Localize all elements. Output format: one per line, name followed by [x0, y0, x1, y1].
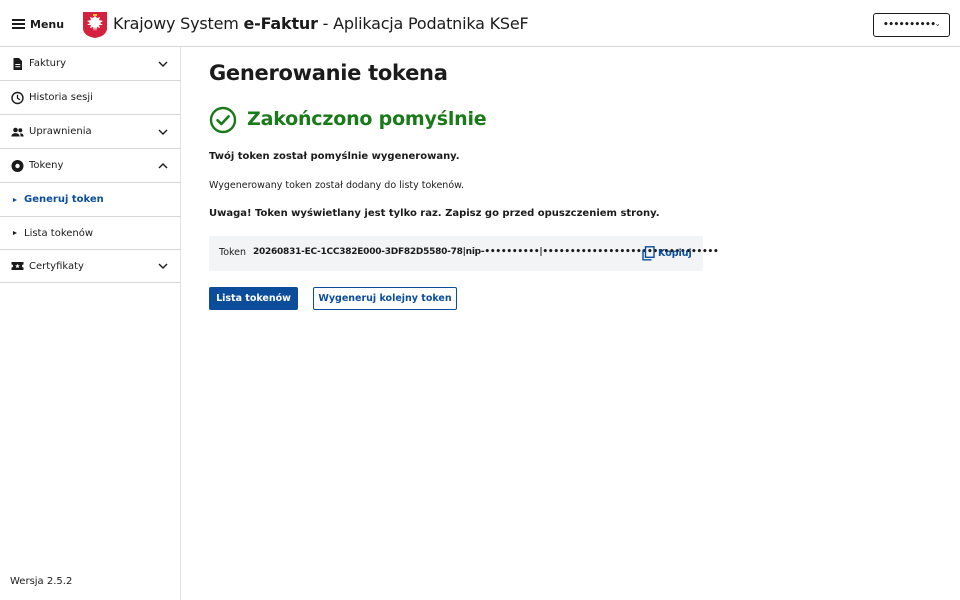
sidebar: Faktury Historia sesji Uprawnienia Token…: [0, 47, 181, 600]
clock-icon: [11, 91, 24, 104]
sidebar-subitem-label: Lista tokenów: [24, 227, 94, 239]
sidebar-item-label: Uprawnienia: [29, 126, 92, 137]
sidebar-item-faktury[interactable]: Faktury: [0, 47, 181, 81]
token-generated-text: Twój token został pomyślnie wygenerowany…: [209, 151, 460, 162]
menu-button[interactable]: Menu: [12, 12, 64, 36]
copy-icon: [642, 245, 655, 260]
token-added-text: Wygenerowany token został dodany do list…: [209, 180, 465, 191]
user-menu-button[interactable]: ••••••••••: [873, 13, 950, 37]
app-title-suffix: - Aplikacja Podatnika KSeF: [317, 14, 529, 33]
polish-eagle-emblem-icon: [83, 12, 107, 38]
sidebar-item-label: Historia sesji: [29, 92, 93, 103]
chevron-down-icon: [158, 263, 168, 269]
token-warning-text: Uwaga! Token wyświetlany jest tylko raz.…: [209, 208, 660, 219]
sidebar-subitem-label: Generuj token: [24, 194, 104, 205]
sidebar-item-tokeny[interactable]: Tokeny: [0, 149, 181, 183]
sidebar-item-label: Certyfikaty: [29, 260, 84, 272]
chevron-down-icon: [158, 61, 168, 67]
hamburger-icon: [12, 19, 25, 29]
page-title: Generowanie tokena: [209, 61, 448, 85]
sidebar-item-label: Tokeny: [29, 160, 64, 171]
bullet-icon: [13, 231, 17, 235]
sidebar-item-certyfikaty[interactable]: Certyfikaty: [0, 250, 181, 283]
token-label: Token: [219, 247, 247, 258]
document-icon: [13, 57, 22, 70]
app-title-prefix: Krajowy System: [113, 14, 244, 33]
users-icon: [11, 127, 24, 136]
token-icon: [11, 159, 24, 172]
menu-label: Menu: [30, 17, 65, 31]
chevron-up-icon: [158, 162, 168, 168]
bullet-icon: [13, 197, 17, 202]
chevron-down-icon: [935, 24, 939, 26]
sidebar-item-uprawnienia[interactable]: Uprawnienia: [0, 115, 181, 149]
app-title-brand: e-Faktur: [243, 14, 318, 33]
sidebar-subitem-lista-tokenow[interactable]: Lista tokenów: [0, 217, 181, 250]
user-masked-id: ••••••••••: [883, 20, 936, 30]
chevron-down-icon: [158, 129, 168, 135]
sidebar-item-historia-sesji[interactable]: Historia sesji: [0, 81, 181, 115]
certificate-icon: [11, 262, 24, 270]
app-title: Krajowy System e-Faktur - Aplikacja Poda…: [113, 14, 529, 33]
token-list-button[interactable]: Lista tokenów: [209, 287, 298, 310]
app-header: Menu Krajowy System e-Faktur - Aplikacja…: [0, 0, 960, 47]
app-version: Wersja 2.5.2: [10, 576, 73, 587]
sidebar-subitem-generuj-token[interactable]: Generuj token: [0, 183, 181, 217]
generate-another-token-button[interactable]: Wygeneruj kolejny token: [313, 287, 457, 310]
check-circle-icon: [209, 106, 237, 134]
success-banner: Zakończono pomyślnie: [209, 106, 487, 134]
copy-token-button[interactable]: Kopiuj: [642, 245, 692, 261]
success-message: Zakończono pomyślnie: [247, 108, 487, 130]
token-display: Token 20260831-EC-1CC382E000-3DF82D5580-…: [209, 236, 719, 271]
copy-label: Kopiuj: [658, 247, 692, 259]
sidebar-item-label: Faktury: [29, 58, 67, 69]
